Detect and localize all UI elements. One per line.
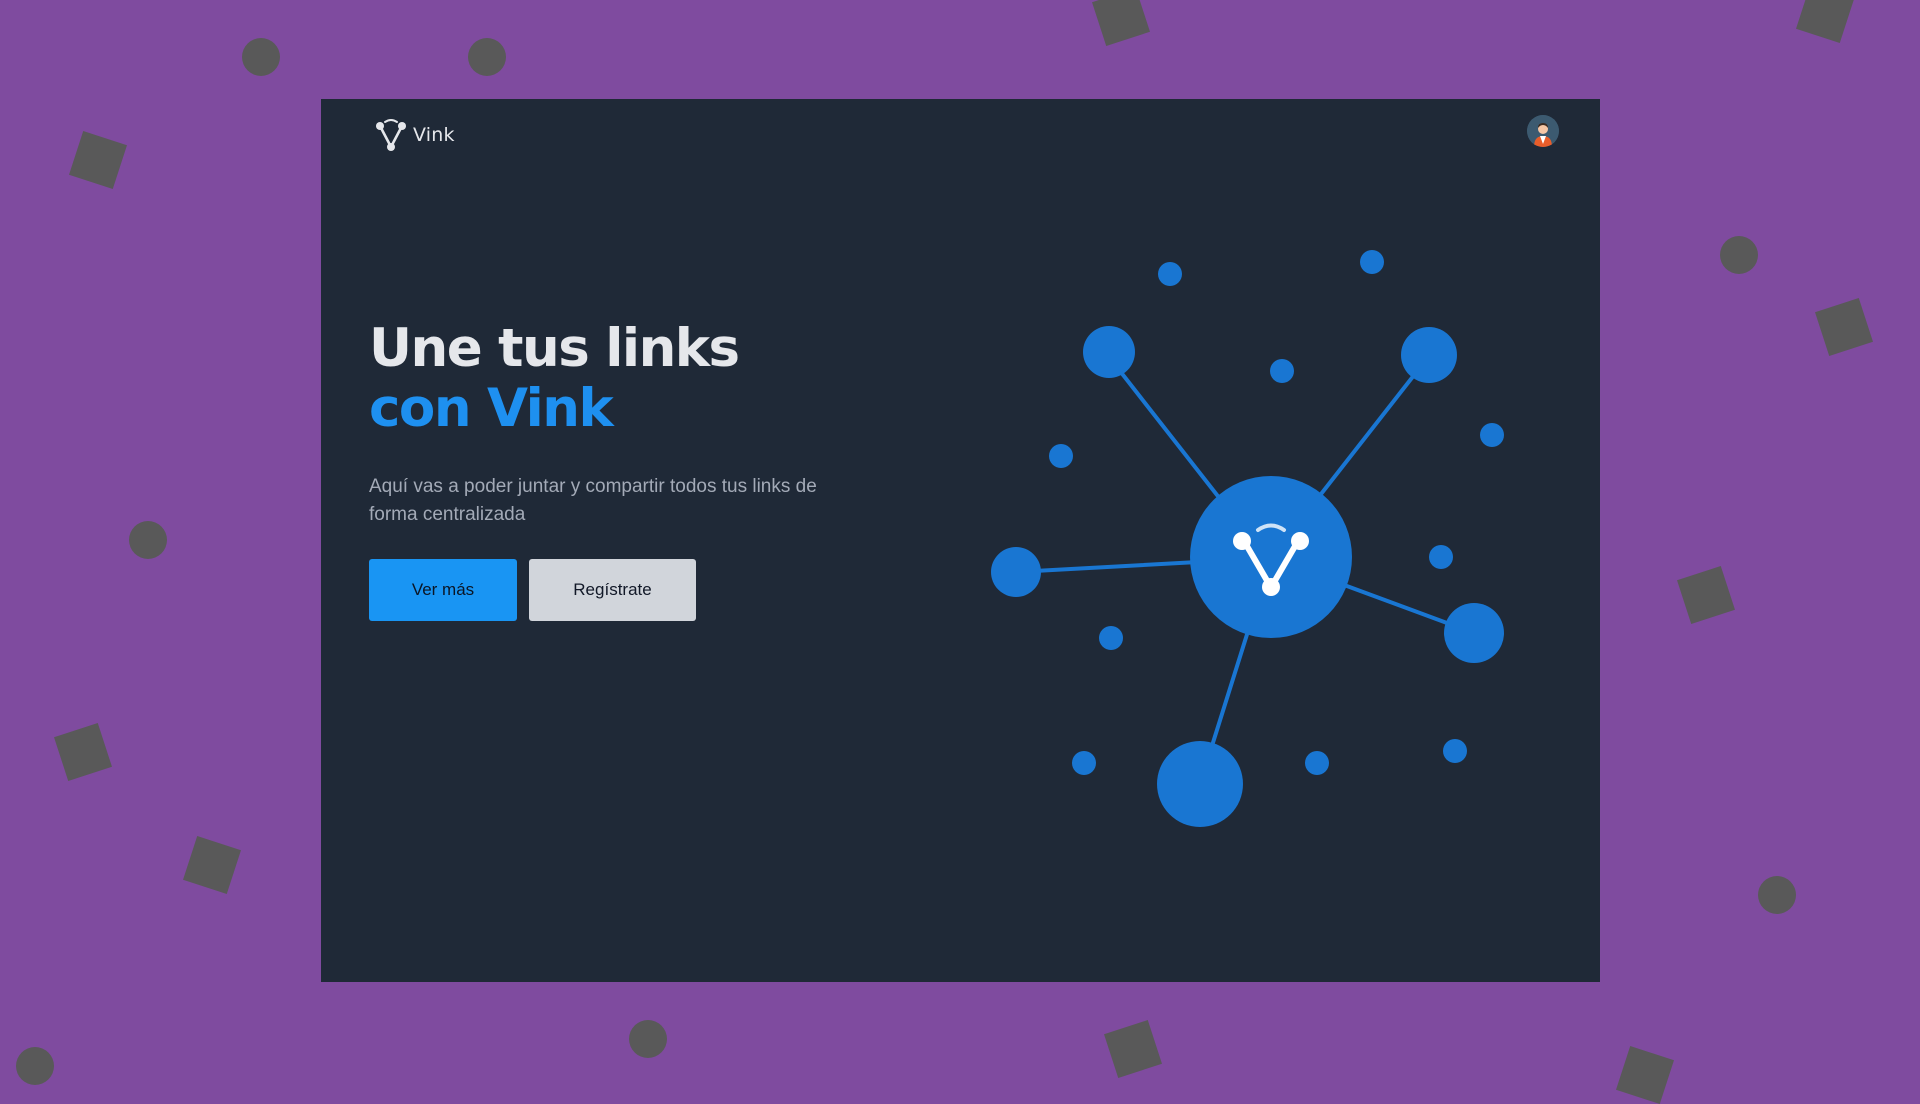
hero-title-line1: Une tus links bbox=[369, 318, 740, 379]
satellite-dot bbox=[1270, 359, 1294, 383]
brand-name: Vink bbox=[413, 124, 455, 146]
hero-title-line2: con Vink bbox=[369, 378, 614, 439]
decor-square bbox=[54, 723, 112, 781]
brand-link[interactable]: Vink bbox=[375, 118, 455, 152]
connection-line bbox=[1107, 355, 1273, 566]
decor-circle bbox=[1720, 236, 1758, 274]
satellite-dot bbox=[1049, 444, 1073, 468]
satellite-dot bbox=[1480, 423, 1504, 447]
decor-circle bbox=[129, 521, 167, 559]
satellite-dot bbox=[1158, 262, 1182, 286]
navbar: Vink bbox=[321, 99, 1600, 169]
satellite-dot bbox=[1305, 751, 1329, 775]
connection-line bbox=[1269, 354, 1431, 560]
decor-square bbox=[69, 131, 127, 189]
vink-logo-icon bbox=[376, 119, 406, 151]
satellite-dot bbox=[1099, 626, 1123, 650]
network-connections bbox=[1014, 354, 1476, 786]
decor-square bbox=[1616, 1046, 1674, 1104]
network-node bbox=[1401, 327, 1457, 383]
decor-square bbox=[1796, 0, 1854, 43]
registrate-button[interactable]: Regístrate bbox=[529, 559, 696, 621]
decor-circle bbox=[1758, 876, 1796, 914]
satellite-dot bbox=[1429, 545, 1453, 569]
central-hub-node bbox=[1190, 476, 1352, 638]
user-avatar-icon bbox=[1527, 115, 1559, 147]
hero-actions: Ver más Regístrate bbox=[369, 559, 929, 621]
decor-square bbox=[1092, 0, 1150, 46]
decor-circle bbox=[629, 1020, 667, 1058]
connection-line bbox=[1198, 556, 1273, 786]
decor-square bbox=[1815, 298, 1873, 356]
connection-line bbox=[1269, 556, 1476, 635]
hero-section: Une tus links con Vink Aquí vas a poder … bbox=[369, 319, 929, 621]
satellite-dot bbox=[1443, 739, 1467, 763]
ver-mas-button[interactable]: Ver más bbox=[369, 559, 517, 621]
satellite-dot bbox=[1072, 751, 1096, 775]
decor-square bbox=[1104, 1020, 1162, 1078]
network-nodes bbox=[991, 326, 1504, 827]
decor-square bbox=[1677, 566, 1735, 624]
decor-circle bbox=[16, 1047, 54, 1085]
app-window: Vink Une tus links con Vink Aquí vas a p… bbox=[321, 99, 1600, 982]
satellite-dot bbox=[1360, 250, 1384, 274]
connection-line bbox=[1014, 556, 1273, 574]
decor-circle bbox=[468, 38, 506, 76]
user-avatar[interactable] bbox=[1527, 115, 1559, 147]
hero-description: Aquí vas a poder juntar y compartir todo… bbox=[369, 476, 817, 525]
network-node bbox=[991, 547, 1041, 597]
decor-square bbox=[183, 836, 241, 894]
network-node bbox=[1157, 741, 1243, 827]
network-node bbox=[1083, 326, 1135, 378]
network-node bbox=[1444, 603, 1504, 663]
decor-circle bbox=[242, 38, 280, 76]
hero-title: Une tus links con Vink bbox=[369, 319, 929, 439]
vink-logo-icon bbox=[1233, 523, 1309, 596]
satellite-dots bbox=[1049, 250, 1504, 775]
